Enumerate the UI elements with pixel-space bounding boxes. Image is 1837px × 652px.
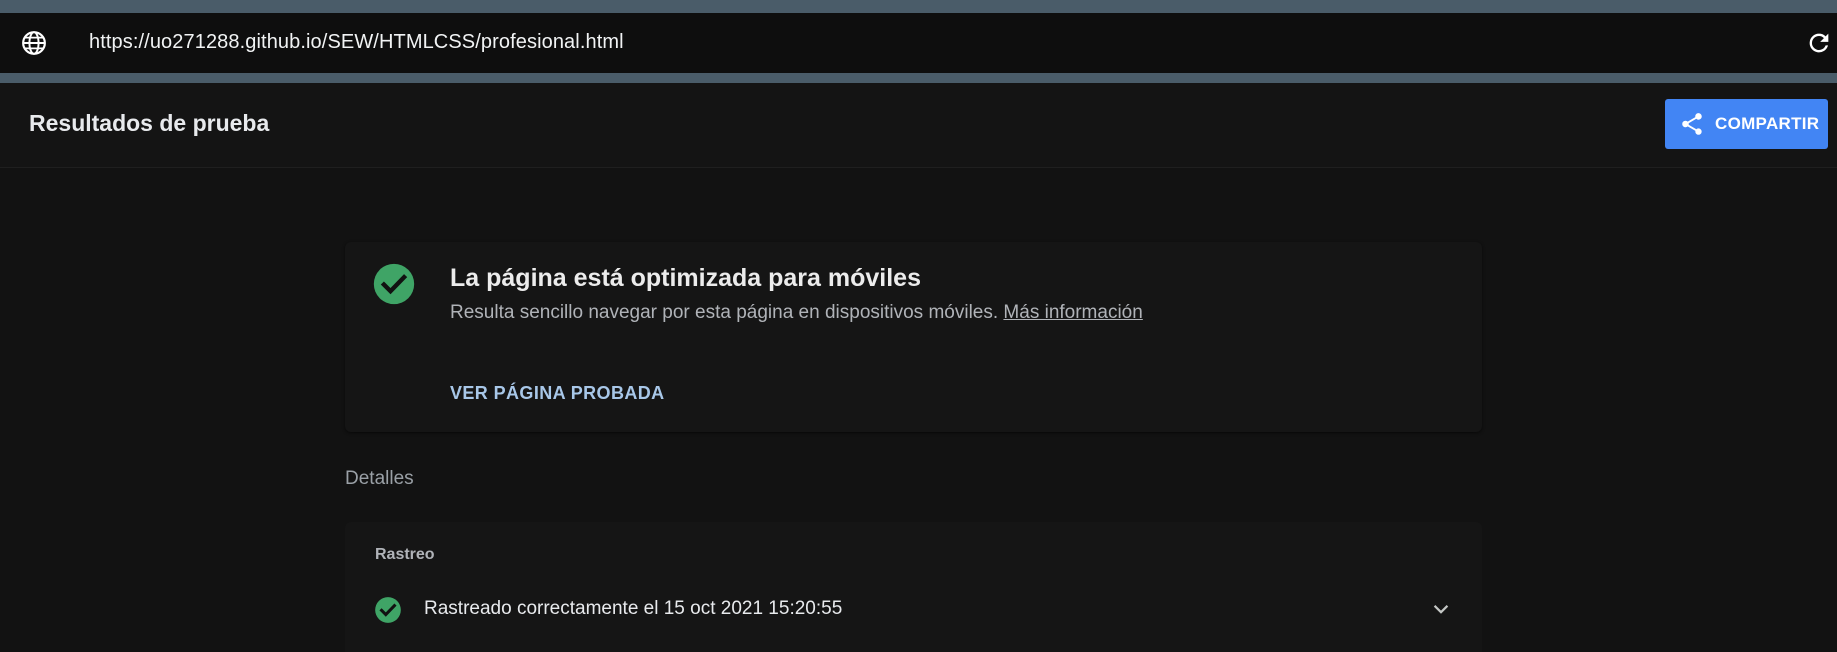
result-headline: La página está optimizada para móviles [450, 264, 921, 292]
check-circle-icon [375, 597, 401, 623]
crawl-section-title: Rastreo [375, 546, 435, 563]
result-card: La página está optimizada para móviles R… [345, 242, 1482, 432]
share-icon [1682, 113, 1702, 135]
crawl-status-row[interactable]: Rastreado correctamente el 15 oct 2021 1… [345, 582, 1482, 632]
page-title: Resultados de prueba [29, 110, 270, 136]
globe-icon [22, 31, 46, 55]
crawl-status-text: Rastreado correctamente el 15 oct 2021 1… [424, 598, 843, 619]
chevron-down-icon[interactable] [1430, 598, 1452, 620]
details-card: Rastreo Rastreado correctamente el 15 oc… [345, 522, 1482, 652]
share-button-label: COMPARTIR [1715, 114, 1820, 133]
page-header: Resultados de prueba COMPARTIR [0, 83, 1837, 168]
url-text[interactable]: https://uo271288.github.io/SEW/HTMLCSS/p… [89, 31, 624, 54]
result-description-text: Resulta sencillo navegar por esta página… [450, 302, 999, 323]
browser-mid-strip [0, 73, 1837, 83]
result-description: Resulta sencillo navegar por esta página… [450, 302, 1143, 324]
share-button[interactable]: COMPARTIR [1665, 99, 1828, 149]
reload-icon[interactable] [1805, 29, 1833, 57]
view-tested-page-button[interactable]: VER PÁGINA PROBADA [450, 383, 665, 404]
more-info-link[interactable]: Más información [1003, 302, 1142, 323]
address-bar: https://uo271288.github.io/SEW/HTMLCSS/p… [0, 13, 1837, 73]
browser-top-strip [0, 0, 1837, 13]
check-circle-icon [373, 263, 415, 305]
details-heading: Detalles [345, 468, 414, 489]
